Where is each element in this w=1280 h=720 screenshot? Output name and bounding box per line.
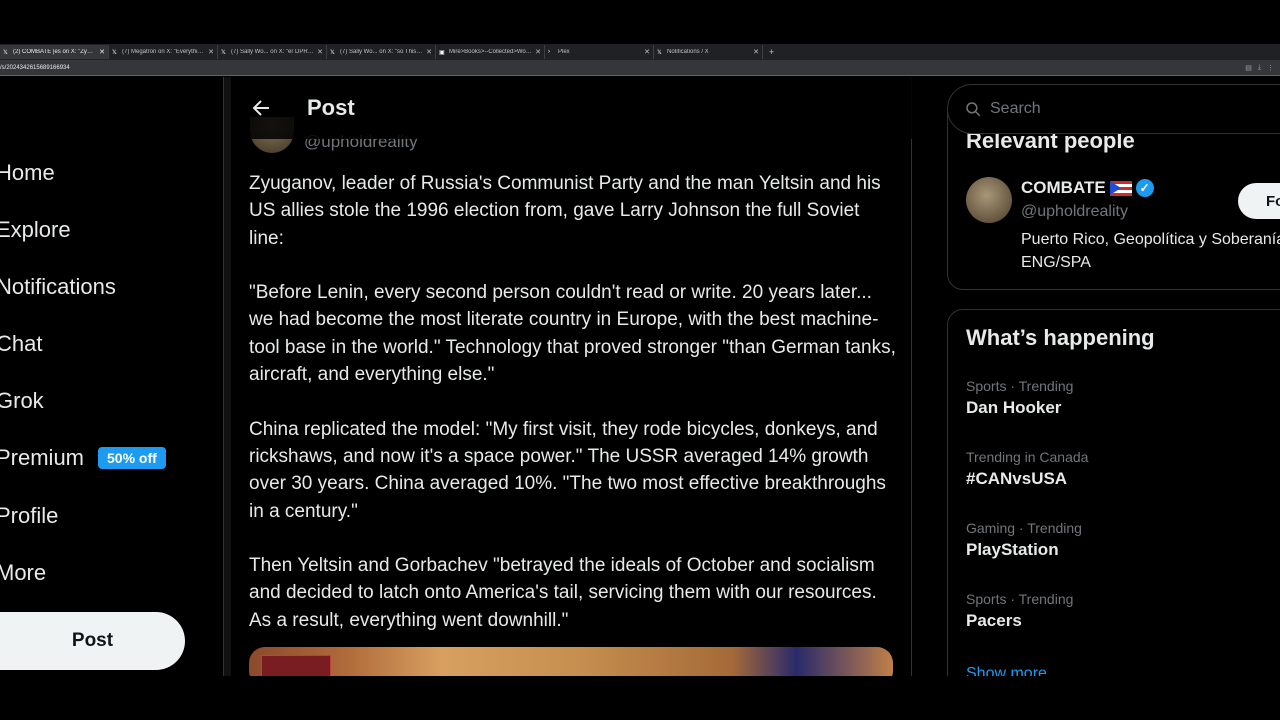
x-logo-icon: 𝕏 (657, 49, 662, 56)
plex-icon: › (548, 48, 550, 55)
post-paragraph: "Before Lenin, every second person could… (249, 282, 896, 386)
x-logo-icon: 𝕏 (112, 49, 117, 56)
back-arrow-icon[interactable] (249, 96, 273, 120)
book-icon: ▣ (439, 49, 445, 56)
nav-label: Home (0, 160, 55, 185)
trend-name: Dan Hooker (966, 398, 1062, 417)
close-icon[interactable]: ✕ (426, 48, 432, 56)
trend-name: Pacers (966, 611, 1022, 630)
x-logo-icon: 𝕏 (3, 49, 8, 56)
browser-tab[interactable]: 𝕏 (7) Megatron on X: "Everything is... ✕ (109, 45, 218, 59)
nav-label: Explore (0, 217, 71, 242)
follow-button[interactable]: Follow (1238, 183, 1280, 219)
post-paragraph: Then Yeltsin and Gorbachev "betrayed the… (249, 555, 877, 631)
new-tab-icon[interactable]: + (763, 47, 780, 57)
nav-label: More (0, 560, 47, 585)
trend-meta: Sports · Trending (966, 378, 1074, 394)
close-icon[interactable]: ✕ (535, 48, 541, 56)
nav-premium[interactable]: Premium 50% off (0, 445, 166, 471)
browser-tab[interactable]: ▣ Mire>Books>--Collected>Works... ✕ (436, 45, 545, 59)
trend-name: PlayStation (966, 540, 1059, 559)
tab-title: (7) Sally Wo... on X: "so This is th... (340, 49, 423, 55)
trend-name: #CANvsUSA (966, 469, 1068, 488)
search-icon (966, 102, 981, 117)
search-input[interactable]: Search (947, 84, 1280, 134)
tab-title: Plex (558, 49, 570, 55)
trend-meta: Gaming · Trending (966, 520, 1082, 536)
trend-meta: Trending in Canada (966, 449, 1089, 465)
page-title: Post (307, 95, 355, 120)
verified-badge-icon: ✓ (1135, 179, 1154, 197)
user-name: COMBATE (1021, 178, 1106, 197)
nav-label: Grok (0, 388, 44, 413)
post-button[interactable]: Post (0, 612, 185, 670)
relevant-user-name[interactable]: COMBATE ✓ (1021, 178, 1154, 198)
nav-home[interactable]: Home (0, 160, 55, 186)
url-text: /s/2024342615689166934 (0, 64, 70, 71)
browser-tab[interactable]: › Plex ✕ (545, 45, 654, 59)
extension-icon[interactable]: ▤ (1245, 64, 1252, 72)
browser-tab[interactable]: 𝕏 (2) COMBATE |es on X: "Zyuganov... ✕ (0, 45, 109, 59)
browser-tab[interactable]: 𝕏 (7) Sally Wo... on X: "so This is th..… (327, 45, 436, 59)
x-logo-icon: 𝕏 (221, 49, 226, 56)
premium-discount-badge: 50% off (98, 447, 166, 469)
relevant-user-handle[interactable]: @upholdreality (1021, 203, 1128, 221)
trend-item[interactable]: Gaming · Trending PlayStation (966, 520, 1082, 560)
browser-tab-bar: 𝕏 (2) COMBATE |es on X: "Zyuganov... ✕ 𝕏… (0, 44, 1280, 60)
x-logo-icon: 𝕏 (330, 49, 335, 56)
puerto-rico-flag-icon (1109, 180, 1132, 196)
nav-grok[interactable]: Grok (0, 388, 44, 414)
panel-title: What’s happening (966, 325, 1155, 350)
nav-profile[interactable]: Profile (0, 503, 58, 529)
trend-item[interactable]: Sports · Trending Dan Hooker (966, 378, 1073, 418)
download-icon[interactable]: ⤓ (1258, 64, 1261, 72)
nav-notifications[interactable]: Notifications (0, 274, 116, 300)
close-icon[interactable]: ✕ (644, 48, 650, 56)
trend-item[interactable]: Trending in Canada #CANvsUSA (966, 449, 1088, 489)
tab-title: Mire>Books>--Collected>Works... (449, 49, 533, 55)
post-header: Post (231, 77, 912, 139)
tab-title: Notifications / X (667, 49, 709, 55)
x-page: Home Explore Notifications Chat Grok Pre… (0, 77, 1280, 676)
whats-happening-panel: What’s happening Sports · Trending Dan H… (947, 309, 1280, 676)
browser-tab[interactable]: 𝕏 Notifications / X ✕ (654, 45, 763, 59)
left-navigation: Home Explore Notifications Chat Grok Pre… (0, 77, 224, 676)
nav-label: Notifications (0, 274, 116, 299)
close-icon[interactable]: ✕ (208, 48, 214, 56)
video-letterbox-bottom (0, 676, 1280, 720)
post-media[interactable] (249, 647, 893, 676)
search-placeholder: Search (990, 100, 1041, 117)
post-detail-column: Post @upholdreality Zyuganov, leader of … (231, 77, 912, 676)
right-sidebar: Relevant people COMBATE ✓ @upholdreality… (912, 77, 1280, 676)
address-bar[interactable]: /s/2024342615689166934 ▤ ⤓ ⋮ (0, 60, 1280, 76)
show-more-link[interactable]: Show more (966, 665, 1047, 676)
left-scrollbar[interactable] (224, 77, 231, 676)
nav-label: Chat (0, 331, 43, 356)
browser-tab[interactable]: 𝕏 (7) Sally Wo... on X: "er DPRK is... ✕ (218, 45, 327, 59)
trend-meta: Sports · Trending (966, 591, 1074, 607)
nav-label: Premium (0, 445, 85, 470)
video-letterbox-top (0, 0, 1280, 44)
nav-explore[interactable]: Explore (0, 217, 71, 243)
menu-icon[interactable]: ⋮ (1267, 64, 1274, 72)
post-paragraph: China replicated the model: "My first vi… (249, 418, 886, 522)
avatar[interactable] (966, 177, 1012, 223)
nav-more[interactable]: More (0, 560, 46, 586)
media-thumbnail-sign (261, 655, 331, 676)
close-icon[interactable]: ✕ (99, 48, 105, 56)
post-text: Zyuganov, leader of Russia's Communist P… (249, 170, 899, 661)
tab-title: (7) Sally Wo... on X: "er DPRK is... (231, 49, 315, 55)
close-icon[interactable]: ✕ (317, 48, 323, 56)
close-icon[interactable]: ✕ (753, 48, 759, 56)
post-paragraph: Zyuganov, leader of Russia's Communist P… (249, 173, 881, 249)
nav-chat[interactable]: Chat (0, 331, 42, 357)
nav-label: Profile (0, 503, 59, 528)
tab-title: (2) COMBATE |es on X: "Zyuganov... (13, 49, 97, 55)
relevant-user-bio: Puerto Rico, Geopolítica y Soberanía ENG… (1021, 231, 1280, 271)
trend-item[interactable]: Sports · Trending Pacers (966, 591, 1073, 631)
tab-title: (7) Megatron on X: "Everything is... (122, 49, 205, 55)
